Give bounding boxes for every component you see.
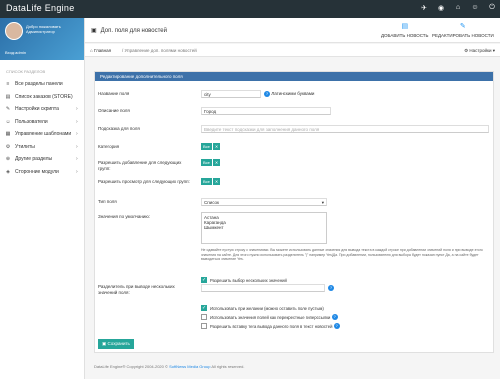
type-select[interactable]: Список ▾ (201, 198, 327, 206)
field-name-label: Название поля (98, 91, 130, 96)
footer: DataLife Engine® Copyright 2004-2020 © S… (94, 364, 245, 369)
checkbox-checked-icon: ✓ (201, 305, 207, 311)
module-icon: ◈ (6, 168, 10, 175)
allow-view-select[interactable]: Все ✕ (201, 178, 221, 185)
chevron-right-icon: › (76, 106, 78, 113)
page-icon: ▣ (91, 28, 97, 34)
help-icon[interactable]: ? (328, 285, 334, 291)
chevron-right-icon: › (76, 131, 78, 138)
help-icon[interactable]: ? (333, 323, 340, 329)
chevron-down-icon: ▾ (321, 200, 324, 205)
help-icon[interactable]: ? (331, 314, 338, 320)
bell-icon[interactable]: ✈ (420, 4, 428, 12)
list-note: Не сдавайте пустую строку с значениями. … (201, 248, 483, 261)
list-values-textarea[interactable]: Астана Караганда Шымкент (201, 212, 327, 244)
sidebar-heading: Список разделов (6, 69, 46, 74)
breadcrumb-home[interactable]: ⌂ Главная (90, 48, 111, 53)
footer-link[interactable]: SoftNews Media Group (169, 364, 210, 369)
hint-input[interactable]: Введите текст подсказки для заполнения д… (201, 125, 489, 133)
top-navbar: DataLife Engine ✈ ◉ ⌂ ☺ ⏻ (0, 0, 500, 18)
gear-icon: ⚙ (5, 143, 11, 150)
default-label: Значения по умолчанию: (98, 214, 151, 219)
breadcrumb-current: / Управление доп. полями новостей (122, 48, 197, 53)
settings-dropdown[interactable]: ⚙ Настройки ▾ (464, 48, 495, 54)
list-icon: ≡ (6, 81, 10, 88)
chevron-right-icon: › (76, 156, 78, 163)
sidebar-item-label: Утилиты (15, 143, 35, 150)
sidebar-item-store[interactable]: ▤ Список заказов (STORE) (0, 91, 84, 104)
document-plus-icon: ▤ (401, 23, 409, 30)
hyperlinks-checkbox[interactable]: Использовать значения полей как перекрес… (201, 314, 338, 320)
category-select[interactable]: Все ✕ (201, 143, 221, 150)
plus-icon: ⊕ (5, 156, 11, 163)
category-label: Категория (98, 144, 120, 149)
sidebar-item-label: Настройки скрипта (15, 106, 59, 113)
optional-checkbox[interactable]: ✓ Использовать при желании (можно оставит… (201, 305, 324, 311)
sidebar-item-label: Управление шаблонами (15, 131, 72, 138)
sidebar-item-label: Все разделы панели (15, 81, 63, 88)
welcome-text: Добро пожаловать Администратор (26, 24, 61, 34)
field-desc-input[interactable]: Город (201, 107, 331, 115)
sidebar: Добро пожаловать Администратор Вход:admi… (0, 18, 85, 379)
separator-label: Разделитель при выводе нескольких значен… (98, 284, 175, 295)
close-icon[interactable]: ✕ (212, 178, 221, 185)
chevron-right-icon: › (76, 168, 78, 175)
page-header: ▣ Доп. поля для новостей ▤ ДОБАВИТЬ НОВОСТ… (85, 18, 500, 43)
sidebar-item-templates[interactable]: ▦ Управление шаблонами › (0, 128, 84, 141)
save-button[interactable]: ▣ Сохранить (98, 339, 134, 349)
checkbox-checked-icon: ✓ (201, 277, 207, 283)
panel-title: Редактирование дополнительного поля (95, 72, 493, 81)
login-text: Вход:admin (5, 50, 27, 55)
allow-view-label: Разрешить просмотр для следующих групп: (98, 179, 190, 184)
chevron-right-icon: › (76, 118, 78, 125)
sidebar-item-users[interactable]: ☺ Пользователи › (0, 116, 84, 129)
breadcrumb: ⌂ Главная / Управление доп. полями новос… (85, 44, 500, 57)
sidebar-item-label: Другие разделы (15, 156, 53, 163)
sidebar-item-label: Сторонние модули (15, 168, 59, 175)
avatar[interactable] (5, 22, 23, 40)
sidebar-item-label: Пользователи (15, 118, 48, 125)
pencil-icon: ✎ (459, 23, 466, 30)
close-icon[interactable]: ✕ (212, 159, 221, 166)
sidebar-item-other[interactable]: ⊕ Другие разделы › (0, 153, 84, 166)
chevron-right-icon: › (76, 143, 78, 150)
profile-card: Добро пожаловать Администратор Вход:admi… (0, 18, 84, 60)
field-desc-label: Описание поля (98, 108, 130, 113)
page-title: ▣ Доп. поля для новостей (91, 28, 167, 34)
field-name-input[interactable]: city (201, 90, 261, 98)
checkbox-icon (201, 323, 207, 329)
users-icon: ☺ (5, 118, 11, 125)
template-icon: ▦ (5, 131, 11, 138)
user-icon[interactable]: ☺ (471, 4, 479, 12)
top-icons: ✈ ◉ ⌂ ☺ ⏻ (420, 4, 496, 12)
hint-label: Подсказка для поля (98, 126, 140, 131)
help-icon[interactable]: ? (264, 91, 270, 97)
edit-field-panel: Редактирование дополнительного поля Назв… (94, 71, 494, 353)
globe-icon[interactable]: ◉ (437, 4, 445, 12)
sidebar-item-settings[interactable]: ✎ Настройки скрипта › (0, 103, 84, 116)
logout-icon[interactable]: ⏻ (488, 4, 496, 12)
home-icon[interactable]: ⌂ (454, 4, 462, 12)
wrench-icon: ✎ (5, 106, 11, 113)
insert-tag-checkbox[interactable]: Разрешить вставку тега вывода данного по… (201, 323, 340, 329)
allow-add-label: Разрешить добавление для следующих групп… (98, 160, 182, 171)
add-news-button[interactable]: ▤ ДОБАВИТЬ НОВОСТЬ (381, 22, 429, 38)
sidebar-item-modules[interactable]: ◈ Сторонние модули › (0, 166, 84, 179)
edit-news-button[interactable]: ✎ РЕДАКТИРОВАТЬ НОВОСТИ (432, 22, 494, 38)
close-icon[interactable]: ✕ (212, 143, 221, 150)
latin-hint: ? Латинскими буквами (264, 91, 315, 97)
checkbox-icon (201, 314, 207, 320)
type-label: Тип поля (98, 199, 117, 204)
brand-logo[interactable]: DataLife Engine (6, 3, 75, 13)
store-icon: ▤ (5, 93, 11, 100)
sidebar-item-all-sections[interactable]: ≡ Все разделы панели (0, 78, 84, 91)
sidebar-item-utilities[interactable]: ⚙ Утилиты › (0, 141, 84, 154)
multi-select-checkbox[interactable]: ✓ Разрешить выбор нескольких значений (201, 277, 287, 283)
allow-add-select[interactable]: Все ✕ (201, 159, 221, 166)
sidebar-item-label: Список заказов (STORE) (15, 93, 73, 100)
separator-input[interactable] (201, 284, 325, 292)
